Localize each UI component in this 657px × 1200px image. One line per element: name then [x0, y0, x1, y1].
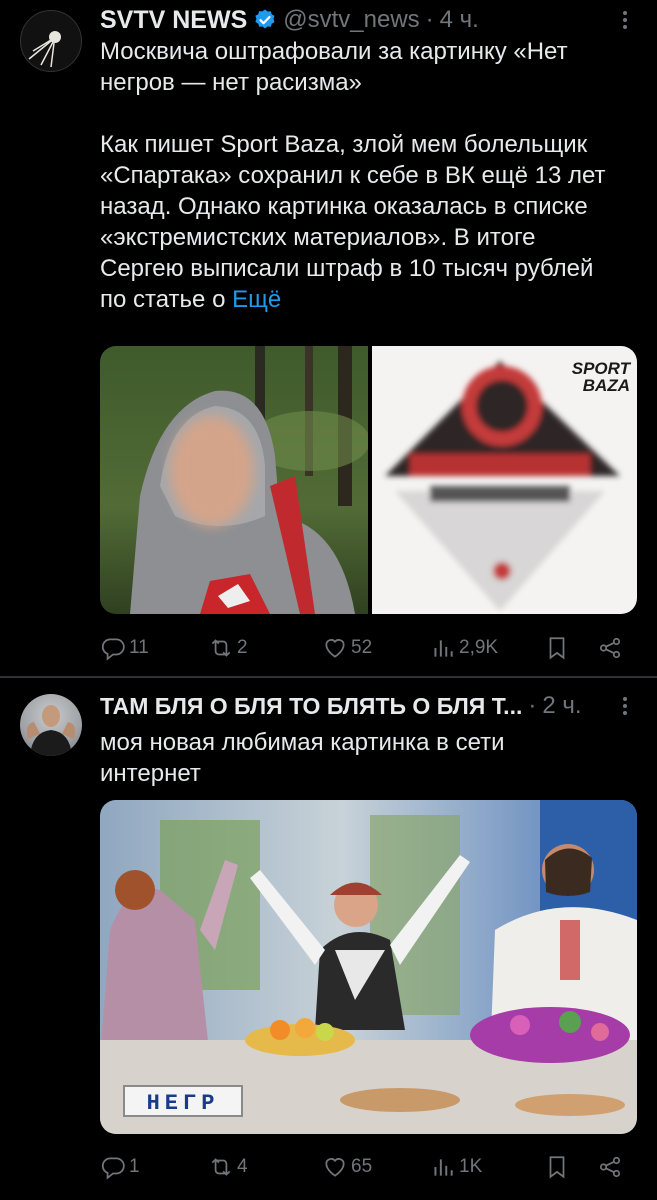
tweet-time[interactable]: 2 ч.: [542, 692, 581, 720]
media-image: НЕГР: [100, 800, 637, 1134]
avatar-image: [26, 705, 76, 756]
author-name[interactable]: SVTV NEWS: [100, 6, 247, 35]
tweet-text: Москвича оштрафовали за картинку «Нет не…: [100, 36, 627, 315]
text-line: [100, 98, 627, 129]
more-icon[interactable]: [613, 8, 637, 32]
like-button[interactable]: 52: [322, 628, 372, 668]
text-fragment: по статье о: [100, 286, 233, 313]
media-image: SPORT BAZA: [100, 346, 637, 614]
like-button[interactable]: 65: [322, 1147, 372, 1187]
sport-baza-watermark: BAZA: [583, 376, 630, 395]
separator-dot: ·: [528, 692, 537, 719]
tweet-actions: 1 4 65 1K: [100, 1147, 637, 1187]
tweet-svtv-news[interactable]: SVTV NEWS @svtv_news · 4 ч. Москвича ошт…: [0, 0, 657, 676]
text-line: Как пишет Sport Baza, злой мем болельщик: [100, 131, 588, 158]
tweet-time[interactable]: 4 ч.: [440, 6, 479, 34]
text-line: Москвича оштрафовали за картинку «Нет: [100, 38, 568, 65]
show-more-link[interactable]: Ещё: [232, 286, 281, 313]
text-line: Сергею выписали штраф в 10 тысяч рублей: [100, 255, 594, 282]
like-count: 65: [351, 1156, 373, 1177]
tweet-header: SVTV NEWS @svtv_news · 4 ч.: [100, 2, 637, 38]
share-button[interactable]: [597, 1147, 623, 1187]
repost-button[interactable]: 2: [208, 628, 248, 668]
tweet-media[interactable]: НЕГР: [100, 800, 637, 1134]
views-button[interactable]: 1K: [430, 1147, 482, 1187]
reply-icon: [101, 1157, 125, 1180]
like-icon: [325, 1158, 345, 1177]
text-line: «Спартака» сохранил к себе в ВК ещё 13 л…: [100, 162, 606, 189]
views-button[interactable]: 2,9K: [430, 628, 498, 668]
text-line: «экстремистских материалов». В итоге: [100, 224, 536, 251]
reply-count: 1: [129, 1156, 140, 1177]
text-line-last: по статье о Ещё: [100, 284, 627, 315]
views-icon: [434, 1159, 453, 1176]
like-count: 52: [351, 637, 373, 658]
tweet-text: моя новая любимая картинка в сети интерн…: [100, 727, 627, 789]
separator-dot: ·: [425, 6, 434, 33]
bookmark-button[interactable]: [544, 1147, 570, 1187]
share-button[interactable]: [597, 628, 623, 668]
repost-count: 2: [237, 637, 248, 658]
reply-count: 11: [129, 637, 149, 658]
tweet-actions: 11 2 52 2,9K: [100, 628, 637, 668]
tweet-header: ТАМ БЛЯ О БЛЯ ТО БЛЯТЬ О БЛЯ Т... · 2 ч.: [100, 688, 637, 724]
repost-count: 4: [237, 1156, 248, 1177]
views-count: 1K: [459, 1156, 483, 1177]
bookmark-button[interactable]: [544, 628, 570, 668]
avatar-user[interactable]: [20, 694, 82, 756]
verified-badge-icon: [255, 9, 275, 29]
more-icon[interactable]: [613, 694, 637, 718]
avatar-svtv-news[interactable]: [20, 10, 82, 72]
tweet-media[interactable]: SPORT BAZA: [100, 346, 637, 614]
like-icon: [325, 639, 345, 658]
text-line: интернет: [100, 760, 201, 787]
bookmark-icon: [549, 637, 565, 660]
reply-icon: [101, 638, 125, 661]
text-line: негров — нет расизма»: [100, 69, 362, 96]
reply-button[interactable]: 1: [100, 1147, 140, 1187]
reply-button[interactable]: 11: [100, 628, 149, 668]
views-count: 2,9K: [459, 637, 499, 658]
share-icon: [599, 637, 621, 659]
repost-icon: [211, 1158, 231, 1176]
text-line: моя новая любимая картинка в сети: [100, 729, 505, 756]
text-line: назад. Однако картинка оказалась в списк…: [100, 193, 588, 220]
author-handle[interactable]: @svtv_news: [283, 6, 419, 34]
share-icon: [599, 1156, 621, 1178]
sputnik-logo-icon: [28, 31, 61, 68]
views-icon: [434, 640, 453, 657]
author-name[interactable]: ТАМ БЛЯ О БЛЯ ТО БЛЯТЬ О БЛЯ Т...: [100, 693, 522, 720]
repost-icon: [211, 639, 231, 657]
repost-button[interactable]: 4: [208, 1147, 248, 1187]
bookmark-icon: [549, 1156, 565, 1179]
media-caption-text: НЕГР: [147, 1091, 220, 1116]
